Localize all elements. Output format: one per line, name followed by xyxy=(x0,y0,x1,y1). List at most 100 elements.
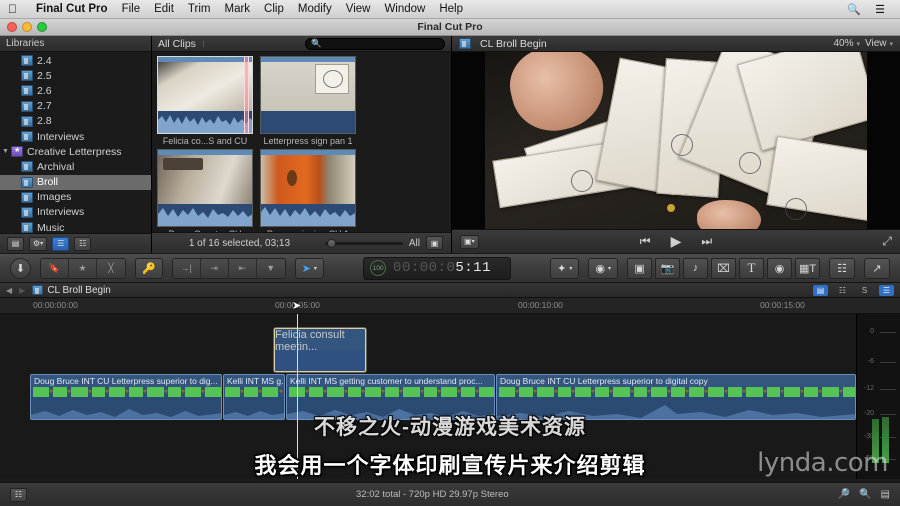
audio-skimming-icon[interactable]: ☷ xyxy=(835,285,850,296)
frame-options-icon[interactable]: ▣ ▾ xyxy=(460,234,479,249)
music-icon[interactable]: ♪ xyxy=(683,257,709,279)
sidebar-item-music[interactable]: Music xyxy=(0,220,151,233)
snapping-icon[interactable]: S xyxy=(857,285,872,296)
list-view-icon[interactable]: ☷ xyxy=(74,236,92,251)
sidebar-item-archival[interactable]: Archival xyxy=(0,159,151,174)
sidebar-toggle-icon[interactable]: ▤ xyxy=(7,236,24,251)
skip-back-icon[interactable]: ⏮ xyxy=(640,234,651,249)
zoom-slider-knob[interactable] xyxy=(326,238,336,248)
reject-icon[interactable]: ╳ xyxy=(97,258,125,278)
share-icon[interactable]: ↗ xyxy=(864,257,891,279)
titles-icon[interactable]: T xyxy=(739,257,765,279)
disclosure-triangle-icon[interactable]: ▼ xyxy=(0,148,11,155)
timeline-project[interactable]: CL Broll Begin xyxy=(32,285,111,296)
library-list[interactable]: 2.4 2.5 2.6 2.7 2.8 Interviews ▼ Creative Lette… xyxy=(0,52,151,233)
skimmer-playhead[interactable] xyxy=(244,57,249,133)
connected-clip[interactable]: Felicia consult meetin... xyxy=(274,328,366,372)
back-arrow-icon[interactable]: ◀ xyxy=(6,286,12,295)
clip-audio-waveform xyxy=(261,204,355,226)
menu-item-file[interactable]: File xyxy=(115,3,148,15)
inspector-icon[interactable]: ☷ xyxy=(829,257,856,279)
clip-filmstrip[interactable] xyxy=(157,149,253,227)
retime-icon[interactable]: ✦ ▾ xyxy=(550,257,580,279)
clip-filmstrip[interactable] xyxy=(260,56,356,134)
browser-clip[interactable]: Press Counter CU xyxy=(157,149,253,232)
sidebar-item-creative-letterpress[interactable]: ▼ Creative Letterpress xyxy=(0,144,151,159)
menu-item-help[interactable]: Help xyxy=(432,3,470,15)
clip-appearance-icon[interactable]: ▣ xyxy=(426,236,443,250)
menu-item-edit[interactable]: Edit xyxy=(147,3,181,15)
menu-item-window[interactable]: Window xyxy=(377,3,432,15)
viewer-canvas[interactable] xyxy=(452,52,900,229)
skimming-icon[interactable]: 🔎 xyxy=(838,489,850,500)
playhead[interactable] xyxy=(297,314,298,479)
menu-item-view[interactable]: View xyxy=(339,3,378,15)
sidebar-item-images[interactable]: Images xyxy=(0,190,151,205)
search-icon[interactable]: 🔍 xyxy=(840,3,868,16)
photos-audio-icon[interactable]: 📷 xyxy=(655,257,681,279)
viewer-zoom-level[interactable]: 40% ▾ xyxy=(833,38,860,49)
effects-browser-icon[interactable]: ▣ xyxy=(627,257,653,279)
clip-filmstrip[interactable] xyxy=(260,149,356,227)
timeline-clip[interactable]: Doug Bruce INT CU Letterpress superior t… xyxy=(496,374,856,420)
timeline-index-icon[interactable]: ☷ xyxy=(10,487,27,502)
timecode-display[interactable]: 100 00:00:05:11 xyxy=(363,256,512,280)
clip-appearance-icon[interactable]: ▤ xyxy=(813,284,828,296)
filmstrip-view-icon[interactable]: ☰ xyxy=(52,236,70,251)
forward-arrow-icon[interactable]: ▶ xyxy=(19,286,25,295)
clip-zoom-slider[interactable] xyxy=(324,238,403,248)
import-media-icon[interactable]: ⬇ xyxy=(10,257,31,279)
sidebar-item-2-7[interactable]: 2.7 xyxy=(0,99,151,114)
menu-item-clip[interactable]: Clip xyxy=(257,3,291,15)
select-tool-icon[interactable]: ➤ ▾ xyxy=(294,257,324,279)
apple-icon[interactable]:  xyxy=(8,3,17,15)
timeline-clip[interactable]: Kelli INT MS getting customer to underst… xyxy=(286,374,495,420)
timeline-clip[interactable]: Kelli INT MS g... xyxy=(223,374,285,420)
themes-icon[interactable]: ▦T xyxy=(795,257,821,279)
fullscreen-icon[interactable]: ⤢ xyxy=(882,234,892,249)
enhance-icon[interactable]: ◉ ▾ xyxy=(588,257,619,279)
list-icon[interactable]: ☰ xyxy=(868,3,892,16)
browser-clip[interactable]: Felicia co...S and CU xyxy=(157,56,253,146)
browser-clip[interactable]: Letterpress sign pan 1 xyxy=(260,56,356,146)
zoom-icon[interactable]: 🔍 xyxy=(859,489,871,500)
sidebar-item-2-4[interactable]: 2.4 xyxy=(0,53,151,68)
play-icon[interactable]: ▶ xyxy=(671,233,682,250)
all-clips-filter[interactable]: All Clips xyxy=(158,38,196,50)
menu-item-final-cut-pro[interactable]: Final Cut Pro xyxy=(29,3,115,15)
favorite-icon[interactable]: ★ xyxy=(69,258,97,278)
chevron-down-icon[interactable]: ⋮ xyxy=(200,40,207,48)
menu-item-mark[interactable]: Mark xyxy=(217,3,257,15)
insert-icon[interactable]: ⇥ xyxy=(200,258,229,278)
timeline-clip[interactable]: Doug Bruce INT CU Letterpress superior t… xyxy=(30,374,222,420)
menu-item-trim[interactable]: Trim xyxy=(181,3,218,15)
timeline-index-icon[interactable]: ☰ xyxy=(879,284,894,296)
sidebar-item-interviews[interactable]: Interviews xyxy=(0,205,151,220)
sidebar-item-interviews[interactable]: Interviews xyxy=(0,129,151,144)
viewer-view-menu[interactable]: View ▾ xyxy=(865,38,893,49)
transitions-icon[interactable]: ⌧ xyxy=(711,257,737,279)
generators-icon[interactable]: ◉ xyxy=(767,257,793,279)
sidebar-item-2-5[interactable]: 2.5 xyxy=(0,68,151,83)
skip-forward-icon[interactable]: ⏭ xyxy=(701,234,712,249)
browser-clip[interactable]: Press spinning CU 1 xyxy=(260,149,356,232)
retime-dial-icon[interactable]: 100 xyxy=(370,260,387,276)
timeline-ruler[interactable]: 00:00:00:00 00:00:05:00 00:00:10:00 00:0… xyxy=(0,298,900,314)
keyword-icon[interactable]: 🔖 xyxy=(41,258,69,278)
audio-meters[interactable]: 0 -6 -12 -20 -30 -50 xyxy=(856,314,900,479)
sidebar-item-broll[interactable]: Broll xyxy=(0,174,151,190)
search-input[interactable]: 🔍 xyxy=(305,37,445,50)
sidebar-item-2-8[interactable]: 2.8 xyxy=(0,114,151,129)
append-icon[interactable]: ⇤ xyxy=(228,258,257,278)
gear-icon[interactable]: ⚙ ▾ xyxy=(29,236,48,251)
clip-filmstrip[interactable] xyxy=(157,56,253,134)
timecode-value[interactable]: 00:00:05:11 xyxy=(393,260,491,276)
menu-item-modify[interactable]: Modify xyxy=(291,3,339,15)
keyword-editor-icon[interactable]: 🔑 xyxy=(135,257,163,279)
overwrite-icon[interactable]: ▼ xyxy=(256,258,285,278)
clip-height-icon[interactable]: ▤ xyxy=(881,489,890,500)
clip-grid[interactable]: Felicia co...S and CU Letterpress sign p… xyxy=(152,52,451,232)
connect-icon[interactable]: →| xyxy=(172,258,201,278)
timeline-body[interactable]: Felicia consult meetin... Doug Bruce INT… xyxy=(0,314,900,479)
sidebar-item-2-6[interactable]: 2.6 xyxy=(0,83,151,98)
